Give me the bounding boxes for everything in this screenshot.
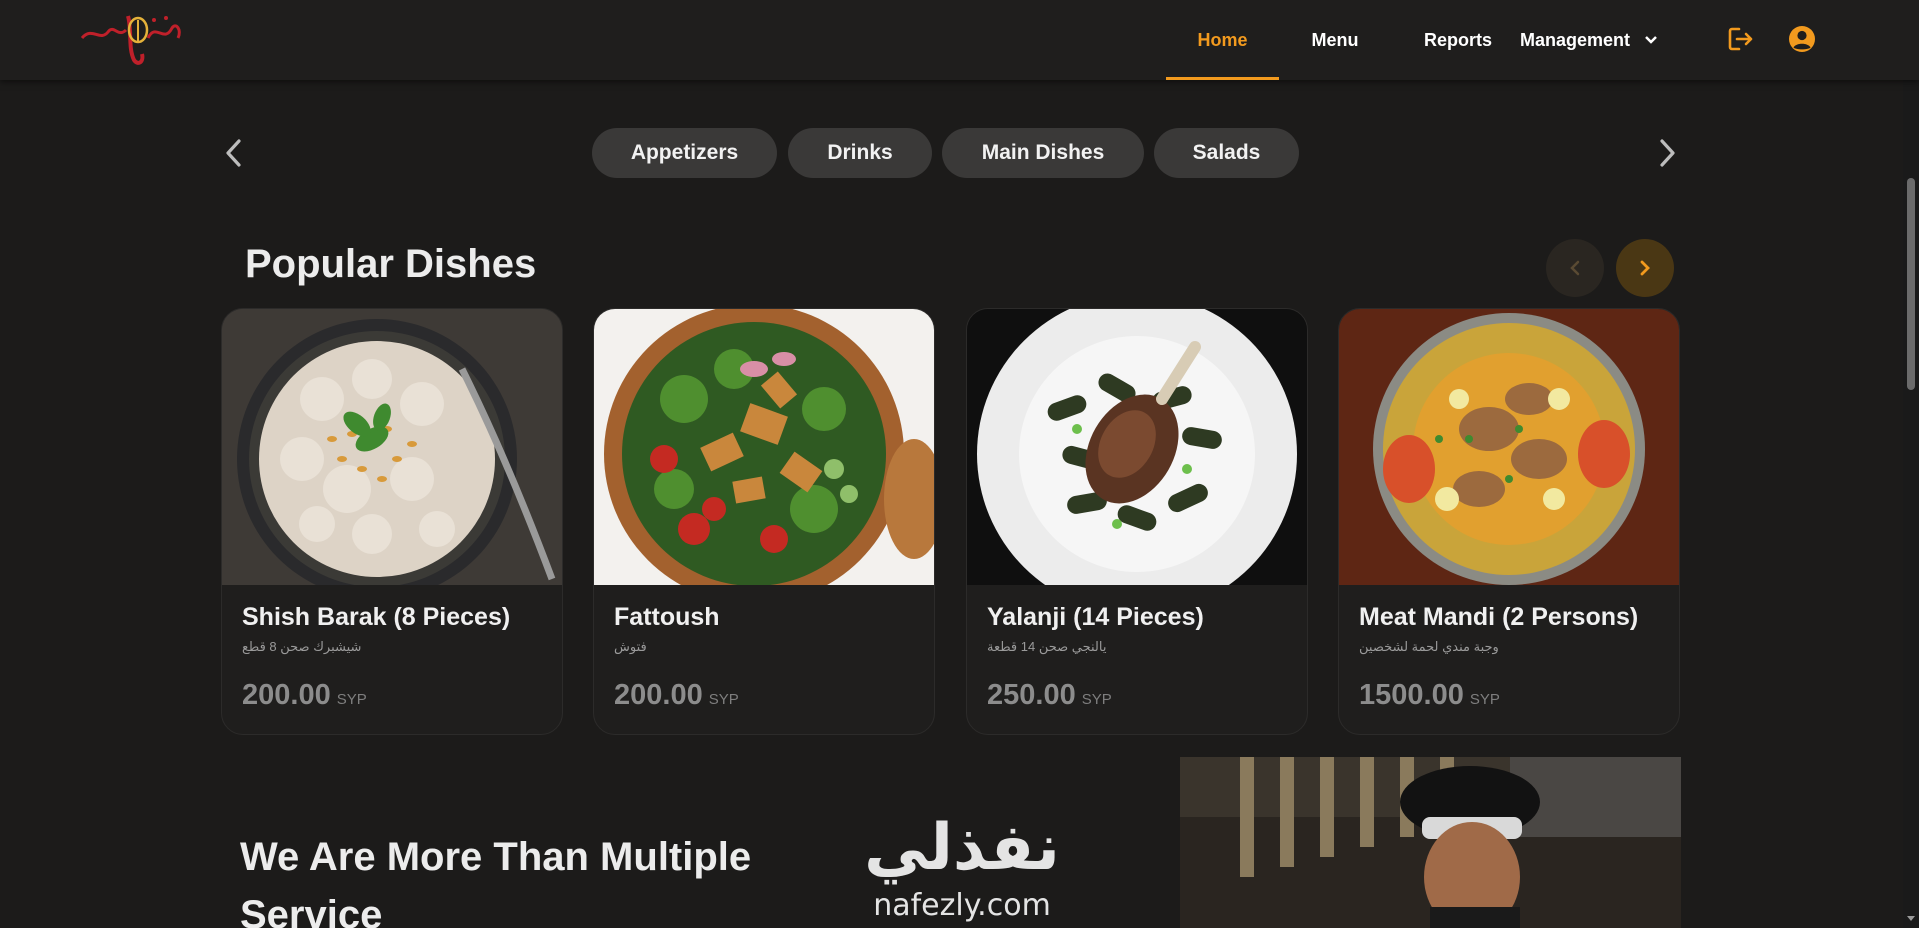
watermark: نفذلي nafezly.com <box>852 812 1072 928</box>
chevron-right-icon <box>1640 260 1650 276</box>
price-currency: SYP <box>1081 691 1112 708</box>
category-next-icon[interactable] <box>1652 136 1682 170</box>
top-navbar: Home Menu Reports Management <box>0 0 1919 80</box>
chevron-left-icon <box>1570 260 1580 276</box>
price-currency: SYP <box>1469 691 1500 708</box>
price-value: 200.00 <box>242 679 331 711</box>
dish-name-arabic: يالنجي صحن 14 قطعة <box>987 639 1107 654</box>
dish-name: Fattoush <box>614 603 720 631</box>
dish-price: 200.00 SYP <box>614 679 739 712</box>
price-currency: SYP <box>336 691 367 708</box>
scrollbar-thumb[interactable] <box>1907 178 1915 390</box>
dish-price: 200.00 SYP <box>242 679 367 712</box>
price-value: 200.00 <box>614 679 703 711</box>
category-drinks[interactable]: Drinks <box>788 128 932 178</box>
category-salads[interactable]: Salads <box>1154 128 1299 178</box>
dish-name: Yalanji (14 Pieces) <box>987 603 1204 631</box>
popular-prev-button[interactable] <box>1546 239 1604 297</box>
dish-image <box>967 309 1307 585</box>
dish-name: Meat Mandi (2 Persons) <box>1359 603 1639 631</box>
watermark-url: nafezly.com <box>873 888 1051 923</box>
about-title: We Are More Than Multiple Service <box>240 835 752 928</box>
price-currency: SYP <box>708 691 739 708</box>
dish-price: 250.00 SYP <box>987 679 1112 712</box>
chef-image <box>1180 757 1681 928</box>
category-prev-icon[interactable] <box>219 136 249 170</box>
dish-card[interactable]: Meat Mandi (2 Persons) وجبة مندي لحمة لش… <box>1338 308 1680 735</box>
dish-price: 1500.00 SYP <box>1359 679 1500 712</box>
category-appetizers[interactable]: Appetizers <box>592 128 777 178</box>
watermark-arabic: نفذلي <box>864 811 1060 885</box>
nav-menu[interactable]: Menu <box>1296 0 1374 80</box>
nav-management-label: Management <box>1520 29 1631 50</box>
logout-icon[interactable] <box>1726 24 1756 54</box>
dish-card[interactable]: Fattoush فتوش 200.00 SYP <box>593 308 935 735</box>
chevron-down-icon <box>1645 36 1657 44</box>
nav-management[interactable]: Management <box>1520 0 1680 80</box>
dish-image <box>222 309 562 585</box>
dish-image <box>594 309 934 585</box>
popular-next-button[interactable] <box>1616 239 1674 297</box>
nav-home[interactable]: Home <box>1166 0 1279 80</box>
section-title-popular: Popular Dishes <box>245 242 537 286</box>
nav-reports[interactable]: Reports <box>1405 0 1511 80</box>
dish-name-arabic: فتوش <box>614 639 647 654</box>
price-value: 1500.00 <box>1359 679 1464 711</box>
price-value: 250.00 <box>987 679 1076 711</box>
dish-name-arabic: وجبة مندي لحمة لشخصين <box>1359 639 1499 654</box>
dish-image <box>1339 309 1679 585</box>
scroll-down-icon[interactable] <box>1907 916 1915 921</box>
user-circle-icon[interactable] <box>1787 24 1817 54</box>
page-scrollbar[interactable] <box>1903 0 1919 928</box>
restaurant-logo-icon[interactable] <box>78 8 186 70</box>
dish-card[interactable]: Yalanji (14 Pieces) يالنجي صحن 14 قطعة 2… <box>966 308 1308 735</box>
dish-card[interactable]: Shish Barak (8 Pieces) شيشبرك صحن 8 قطع … <box>221 308 563 735</box>
category-main-dishes[interactable]: Main Dishes <box>942 128 1144 178</box>
dish-name: Shish Barak (8 Pieces) <box>242 603 511 631</box>
dish-name-arabic: شيشبرك صحن 8 قطع <box>242 639 362 654</box>
